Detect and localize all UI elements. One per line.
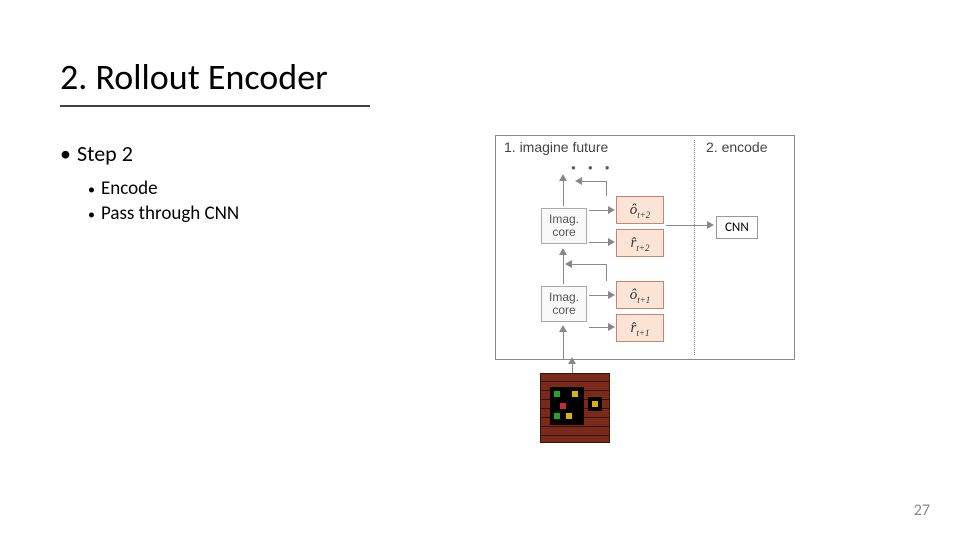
arrow-line [563,180,564,206]
game-screenshot [540,373,610,443]
section-imagine-label: 1. imagine future [504,139,608,155]
o-hat-t1-box: ôt+1 [616,281,664,309]
arrow-line [571,264,606,265]
arrow-up-icon [568,357,576,364]
bullet-step2-text: Step 2 [77,140,133,167]
sub-bullet-encode-text: Encode [101,177,158,200]
arrow-up-icon [559,174,567,181]
arrow-left-icon [575,177,582,185]
bullet-step2: • Step 2 [60,140,239,167]
arrow-line [589,242,609,243]
arrow-line [581,181,606,182]
bullet-icon: • [60,140,71,167]
arrow-line [563,331,564,359]
arrow-line [589,210,609,211]
o-hat-t2-box: ôt+2 [616,196,664,224]
arrow-right-icon [608,206,615,214]
section-divider [694,140,695,355]
slide-title: 2. Rollout Encoder [60,55,370,107]
arrow-right-icon [608,291,615,299]
r-hat-t1-box: r̂t+1 [616,314,664,342]
arrow-line [666,225,708,226]
sub-bullet-cnn-text: Pass through CNN [101,202,239,225]
cnn-box: CNN [716,216,758,239]
bullet-icon: • [88,181,95,198]
sub-bullet-encode: • Encode [88,177,239,200]
architecture-diagram: 1. imagine future 2. encode · · · Imag. … [495,135,795,360]
arrow-line [606,181,607,196]
ellipsis: · · · [571,156,614,178]
imag-core-box-bottom: Imag. core [541,286,587,322]
arrow-up-icon [559,325,567,332]
arrow-left-icon [565,260,572,268]
section-encode-label: 2. encode [706,139,768,155]
arrow-up-icon [559,248,567,255]
game-sprite-icon [540,373,610,443]
arrow-line [606,264,607,281]
arrow-line [572,363,573,373]
content-area: • Step 2 • Encode • Pass through CNN [60,140,239,227]
r-hat-t2-box: r̂t+2 [616,229,664,257]
imag-core-box-top: Imag. core [541,208,587,244]
bullet-icon: • [88,206,95,223]
arrow-right-icon [608,323,615,331]
arrow-right-icon [608,238,615,246]
arrow-right-icon [707,221,714,229]
arrow-line [589,327,609,328]
page-number: 27 [914,501,930,520]
arrow-line [563,254,564,284]
arrow-line [589,295,609,296]
sub-bullet-cnn: • Pass through CNN [88,202,239,225]
